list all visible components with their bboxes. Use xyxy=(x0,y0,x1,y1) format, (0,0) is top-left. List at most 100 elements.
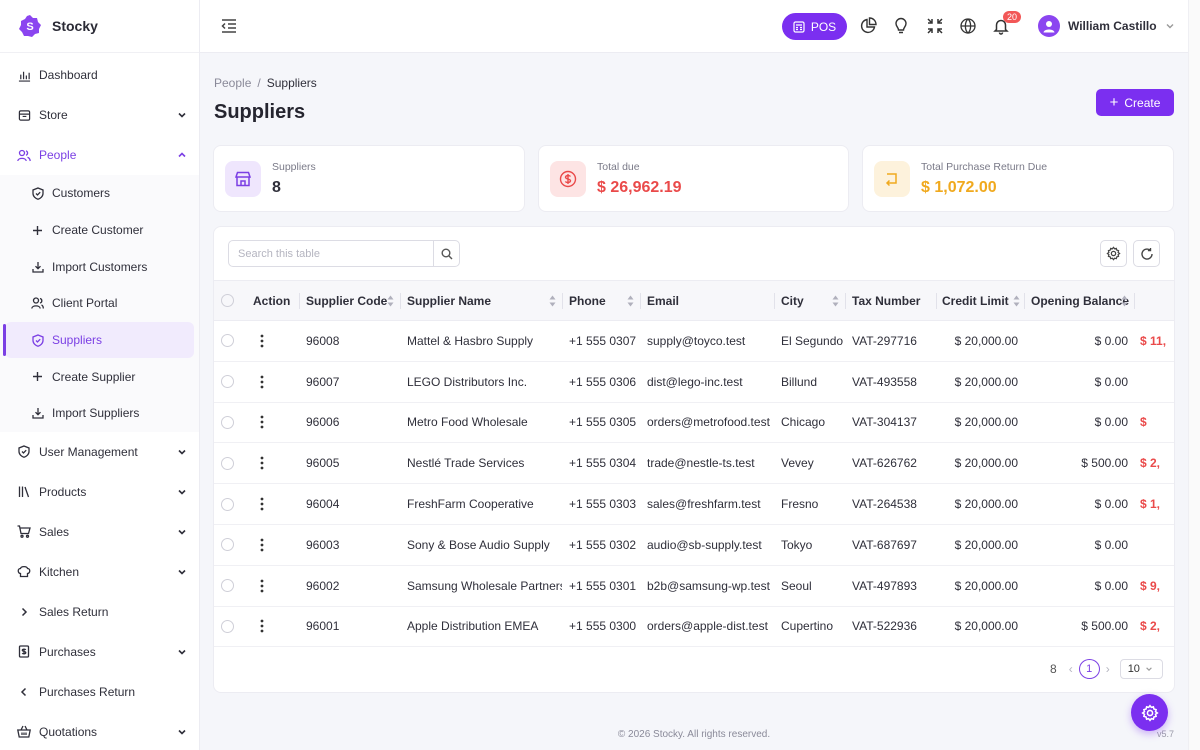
sidebar-item-sales[interactable]: Sales xyxy=(0,512,199,552)
column-header-tax-number[interactable]: Tax Number xyxy=(845,280,936,321)
supplier-due: $ 1, xyxy=(1134,483,1174,525)
gear-icon xyxy=(1140,703,1159,722)
sidebar-item-quotations[interactable]: Quotations xyxy=(0,712,199,750)
column-header-credit-limit[interactable]: Credit Limit xyxy=(936,280,1024,321)
supplier-opening-balance: $ 500.00 xyxy=(1024,606,1134,648)
table-row[interactable]: 96005 Nestlé Trade Services +1 555 0304 … xyxy=(214,442,1174,485)
page-button-current[interactable]: 1 xyxy=(1078,659,1100,679)
table-row[interactable]: 96006 Metro Food Wholesale +1 555 0305 o… xyxy=(214,402,1174,444)
chevron-up-icon xyxy=(178,152,186,158)
more-vertical-icon[interactable] xyxy=(260,456,264,470)
store-icon xyxy=(17,108,31,122)
table-row[interactable]: 96008 Mattel & Hasbro Supply +1 555 0307… xyxy=(214,320,1174,362)
fullscreen-icon[interactable] xyxy=(926,17,944,35)
table-search xyxy=(228,240,460,267)
row-checkbox[interactable] xyxy=(221,538,234,552)
sidebar-item-import-customers[interactable]: Import Customers xyxy=(0,248,199,285)
supplier-city: Fresno xyxy=(774,483,845,525)
column-header-opening-balance[interactable]: Opening Balance xyxy=(1024,280,1134,321)
column-header-phone[interactable]: Phone xyxy=(562,280,640,321)
sidebar-item-customers[interactable]: Customers xyxy=(0,175,199,212)
pos-button[interactable]: POS xyxy=(782,13,847,40)
books-icon xyxy=(17,485,31,499)
search-input[interactable] xyxy=(229,241,433,266)
more-vertical-icon[interactable] xyxy=(260,375,264,389)
svg-text:S: S xyxy=(26,21,33,33)
refresh-button[interactable] xyxy=(1133,240,1160,267)
row-checkbox[interactable] xyxy=(221,619,234,633)
sidebar-item-sales-return[interactable]: Sales Return xyxy=(0,592,199,632)
breadcrumb-parent[interactable]: People xyxy=(214,76,251,90)
column-header-email[interactable]: Email xyxy=(640,280,774,321)
sidebar-item-create-supplier[interactable]: Create Supplier xyxy=(0,358,199,395)
sidebar-item-purchases-return[interactable]: Purchases Return xyxy=(0,672,199,712)
column-header-supplier-name[interactable]: Supplier Name xyxy=(400,280,562,321)
column-header-city[interactable]: City xyxy=(774,280,845,321)
more-vertical-icon[interactable] xyxy=(260,334,264,348)
supplier-email: sales@freshfarm.test xyxy=(640,483,774,525)
suppliers-table-card: Action Supplier Code Supplier Name Phone… xyxy=(213,226,1175,693)
supplier-name: Sony & Bose Audio Supply xyxy=(400,524,562,566)
more-vertical-icon[interactable] xyxy=(260,415,264,429)
sidebar-item-user-management[interactable]: User Management xyxy=(0,432,199,472)
settings-fab[interactable] xyxy=(1131,694,1168,731)
menu-toggle-icon[interactable] xyxy=(220,18,238,34)
supplier-credit-limit: $ 20,000.00 xyxy=(936,361,1024,403)
globe-icon[interactable] xyxy=(959,17,977,35)
table-row[interactable]: 96002 Samsung Wholesale Partners +1 555 … xyxy=(214,565,1174,607)
prev-page-icon[interactable]: ‹ xyxy=(1069,662,1073,676)
page-scrollbar[interactable] xyxy=(1188,0,1200,750)
avatar xyxy=(1038,15,1060,37)
sidebar-item-purchases[interactable]: Purchases xyxy=(0,632,199,672)
supplier-name: Mattel & Hasbro Supply xyxy=(400,320,562,362)
more-vertical-icon[interactable] xyxy=(260,497,264,511)
table-row[interactable]: 96003 Sony & Bose Audio Supply +1 555 03… xyxy=(214,524,1174,566)
supplier-code: 96008 xyxy=(299,320,400,362)
supplier-phone: +1 555 0301 xyxy=(562,565,640,607)
supplier-due: $ 11, xyxy=(1134,320,1174,362)
supplier-name: Samsung Wholesale Partners xyxy=(400,565,562,607)
brand[interactable]: S Stocky xyxy=(0,0,199,53)
sidebar-item-label: Suppliers xyxy=(52,333,103,348)
more-vertical-icon[interactable] xyxy=(260,619,264,633)
row-checkbox[interactable] xyxy=(221,334,234,348)
select-all-checkbox[interactable] xyxy=(221,294,234,307)
pie-chart-icon[interactable] xyxy=(859,17,877,35)
row-checkbox[interactable] xyxy=(221,375,234,389)
lightbulb-icon[interactable] xyxy=(892,17,910,35)
row-checkbox[interactable] xyxy=(221,579,234,593)
sidebar-item-kitchen[interactable]: Kitchen xyxy=(0,552,199,592)
sidebar-item-label: Client Portal xyxy=(52,296,118,311)
sidebar-item-store[interactable]: Store xyxy=(0,95,199,135)
sort-icon xyxy=(832,295,839,307)
sidebar-item-dashboard[interactable]: Dashboard xyxy=(0,55,199,95)
sidebar-item-suppliers[interactable]: Suppliers xyxy=(3,321,194,359)
row-checkbox[interactable] xyxy=(221,497,234,511)
create-button[interactable]: + Create xyxy=(1096,89,1174,116)
more-vertical-icon[interactable] xyxy=(260,579,264,593)
supplier-tax-number: VAT-493558 xyxy=(845,361,936,403)
more-vertical-icon[interactable] xyxy=(260,538,264,552)
sidebar-item-label: Quotations xyxy=(39,724,98,739)
sidebar-item-client-portal[interactable]: Client Portal xyxy=(0,285,199,322)
table-row[interactable]: 96004 FreshFarm Cooperative +1 555 0303 … xyxy=(214,483,1174,525)
supplier-tax-number: VAT-304137 xyxy=(845,402,936,444)
sidebar-item-label: User Management xyxy=(39,444,138,459)
row-checkbox[interactable] xyxy=(221,415,234,429)
row-checkbox[interactable] xyxy=(221,456,234,470)
table-row[interactable]: 96001 Apple Distribution EMEA +1 555 030… xyxy=(214,606,1174,648)
table-row[interactable]: 96007 LEGO Distributors Inc. +1 555 0306… xyxy=(214,361,1174,403)
search-button[interactable] xyxy=(433,241,459,266)
supplier-tax-number: VAT-522936 xyxy=(845,606,936,648)
column-header-supplier-code[interactable]: Supplier Code xyxy=(299,280,400,321)
sidebar-item-products[interactable]: Products xyxy=(0,472,199,512)
brand-logo-icon: S xyxy=(19,15,41,37)
next-page-icon[interactable]: › xyxy=(1106,662,1110,676)
page-size-select[interactable]: 10 xyxy=(1119,659,1163,679)
sidebar-item-create-customer[interactable]: Create Customer xyxy=(0,212,199,249)
sidebar-item-label: Dashboard xyxy=(39,68,98,82)
user-menu[interactable]: William Castillo xyxy=(1038,15,1175,37)
table-settings-button[interactable] xyxy=(1100,240,1127,267)
sidebar-item-people[interactable]: People xyxy=(0,135,199,175)
sidebar-item-import-suppliers[interactable]: Import Suppliers xyxy=(0,395,199,432)
